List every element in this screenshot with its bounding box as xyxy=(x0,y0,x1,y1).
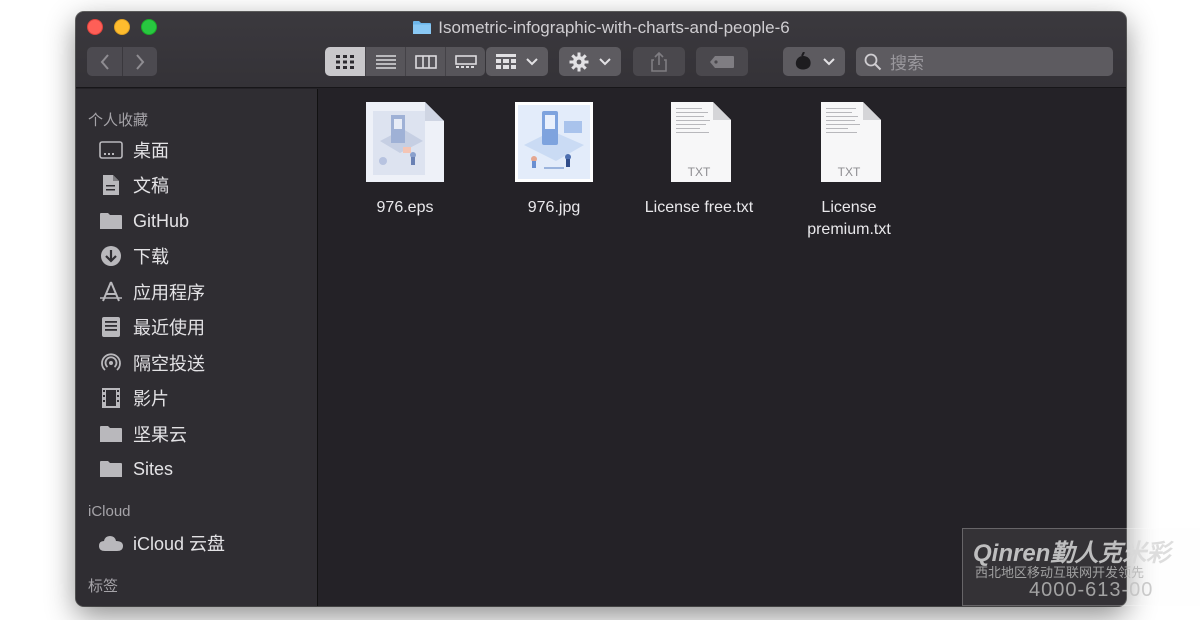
airdrop-icon xyxy=(98,351,124,375)
chevron-down-icon xyxy=(599,57,611,65)
group-by-button[interactable] xyxy=(486,47,548,76)
chevron-right-icon xyxy=(136,53,145,70)
folder-icon xyxy=(98,209,124,233)
file-name: License premium.txt xyxy=(807,199,891,238)
file-name: License free.txt xyxy=(644,199,754,216)
documents-icon xyxy=(98,173,124,197)
sidebar-item-label: Sites xyxy=(133,458,174,479)
forward-button[interactable] xyxy=(122,47,157,76)
grid-icon xyxy=(336,54,354,69)
cloud-icon xyxy=(98,531,124,555)
sidebar-item-label: GitHub xyxy=(133,210,190,231)
chevron-left-icon xyxy=(100,53,109,70)
image-thumbnail xyxy=(365,101,445,183)
file-item[interactable]: 976.eps xyxy=(330,101,480,219)
tag-icon xyxy=(710,55,734,68)
sidebar-item-label: 隔空投送 xyxy=(133,354,205,374)
movies-icon xyxy=(98,386,124,410)
image-thumbnail xyxy=(514,101,594,183)
action-menu-button[interactable] xyxy=(559,47,621,76)
gallery-icon xyxy=(454,54,477,68)
titlebar: Isometric-infographic-with-charts-and-pe… xyxy=(76,12,1126,88)
share-button[interactable] xyxy=(633,47,685,76)
tag-button[interactable] xyxy=(696,47,748,76)
sidebar-item-label: 桌面 xyxy=(133,141,169,161)
sidebar-item-label: 下载 xyxy=(133,247,169,267)
recents-icon xyxy=(98,315,124,339)
finder-window: Isometric-infographic-with-charts-and-pe… xyxy=(76,12,1126,606)
search-icon xyxy=(864,53,882,70)
file-type-badge: TXT xyxy=(687,165,711,179)
file-name: 976.jpg xyxy=(527,199,581,216)
file-item[interactable]: TXT License free.txt xyxy=(624,101,774,219)
favorites-header: 个人收藏 xyxy=(88,112,149,129)
sidebar-item-label: 文稿 xyxy=(133,176,169,196)
window-title: Isometric-infographic-with-charts-and-pe… xyxy=(76,17,1126,39)
file-name: 976.eps xyxy=(376,199,434,216)
nav-buttons xyxy=(87,47,157,76)
sidebar-item-label: iCloud 云盘 xyxy=(133,534,226,554)
sidebar-item-github[interactable]: GitHub xyxy=(98,207,189,235)
nut-icon xyxy=(795,51,811,70)
sidebar-item-applications[interactable]: 应用程序 xyxy=(98,278,205,306)
window-title-text: Isometric-infographic-with-charts-and-pe… xyxy=(438,18,790,37)
sidebar-item-recents[interactable]: 最近使用 xyxy=(98,313,205,341)
file-item[interactable]: TXT License premium.txt xyxy=(774,101,924,241)
chevron-down-icon xyxy=(526,57,538,65)
eps-preview-icon xyxy=(366,102,444,182)
sidebar-item-icloud-drive[interactable]: iCloud 云盘 xyxy=(98,529,225,557)
nutstore-menu-button[interactable] xyxy=(783,47,845,76)
sidebar: 个人收藏 桌面 文稿 GitHub 下载 应用程序 最近使用 隔空投送 影片 坚… xyxy=(76,89,318,606)
chevron-down-icon xyxy=(823,57,835,65)
sidebar-item-downloads[interactable]: 下载 xyxy=(98,242,169,270)
text-file-thumbnail: TXT xyxy=(809,101,889,183)
folder-icon xyxy=(98,422,124,446)
sidebar-item-movies[interactable]: 影片 xyxy=(98,384,169,412)
tags-header: 标签 xyxy=(88,578,119,595)
sidebar-item-label: 应用程序 xyxy=(133,283,205,303)
sidebar-item-label: 影片 xyxy=(133,389,169,409)
search-field[interactable]: 搜索 xyxy=(856,47,1113,76)
share-icon xyxy=(651,51,667,72)
sidebar-item-documents[interactable]: 文稿 xyxy=(98,171,169,199)
folder-icon xyxy=(413,21,432,34)
desktop-icon xyxy=(98,138,124,162)
search-placeholder: 搜索 xyxy=(890,54,924,73)
sidebar-item-label: 坚果云 xyxy=(133,425,187,445)
icloud-header: iCloud xyxy=(88,503,131,520)
back-button[interactable] xyxy=(87,47,122,76)
download-icon xyxy=(98,244,124,268)
list-icon xyxy=(375,54,396,69)
watermark: Qinren勤人克米彩 西北地区移动互联网开发领先 4000-613-00 xyxy=(962,528,1200,606)
icon-view-button[interactable] xyxy=(325,47,365,76)
group-icon xyxy=(496,53,516,69)
gear-icon xyxy=(569,52,589,71)
sidebar-item-sites[interactable]: Sites xyxy=(98,455,173,483)
sidebar-item-airdrop[interactable]: 隔空投送 xyxy=(98,349,205,377)
text-file-thumbnail: TXT xyxy=(659,101,739,183)
sidebar-item-nutstore[interactable]: 坚果云 xyxy=(98,420,187,448)
sidebar-item-label: 最近使用 xyxy=(133,318,205,338)
applications-icon xyxy=(98,280,124,304)
column-view-button[interactable] xyxy=(405,47,445,76)
file-type-badge: TXT xyxy=(837,165,861,179)
folder-icon xyxy=(98,457,124,481)
jpg-preview-icon xyxy=(515,102,593,182)
file-item[interactable]: 976.jpg xyxy=(479,101,629,219)
list-view-button[interactable] xyxy=(365,47,405,76)
view-mode-segmented xyxy=(325,47,485,76)
gallery-view-button[interactable] xyxy=(445,47,485,76)
sidebar-item-desktop[interactable]: 桌面 xyxy=(98,136,169,164)
columns-icon xyxy=(414,54,437,69)
watermark-phone: 4000-613-00 xyxy=(1029,579,1154,601)
